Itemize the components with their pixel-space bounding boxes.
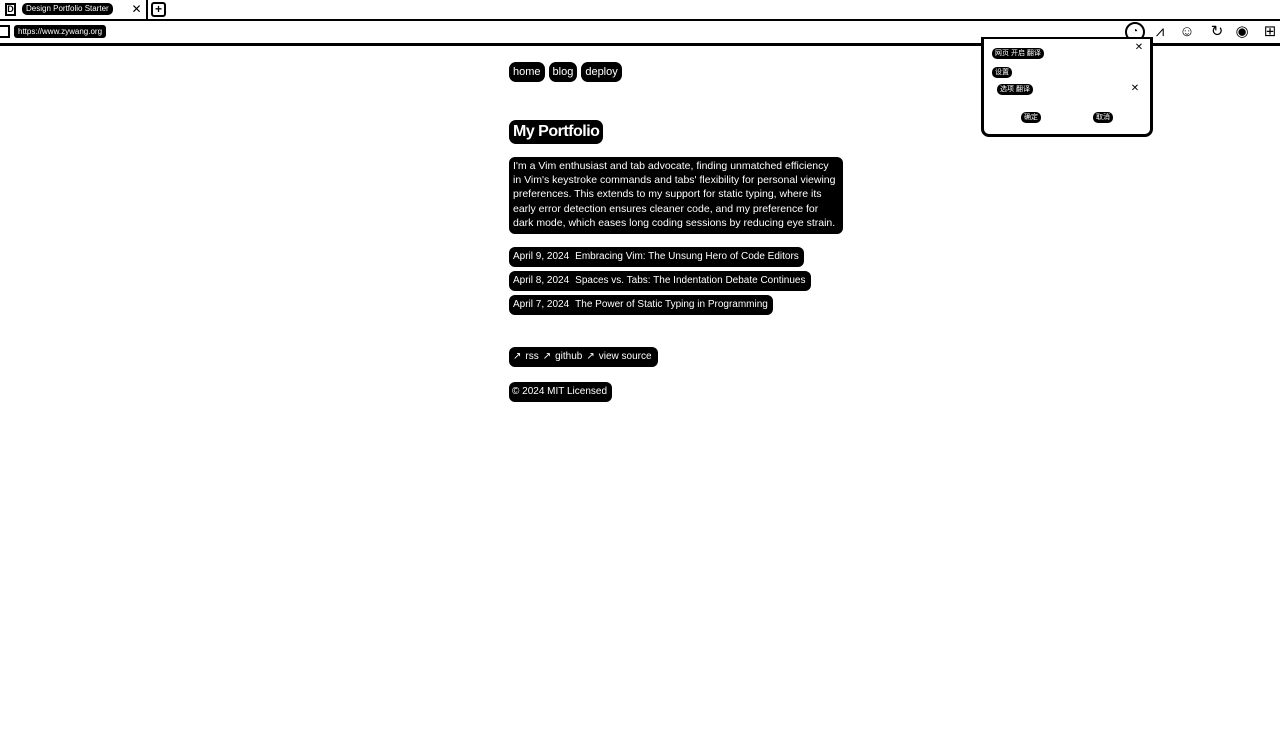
extension-popup: 网页 开启 翻译 ✕ 设置 选项 翻译 ✕ 确定 取消	[981, 37, 1153, 137]
popup-row-3[interactable]: 选项 翻译	[997, 84, 1033, 95]
tab-title: Design Portfolio Starter	[22, 3, 113, 15]
github-link[interactable]: github	[555, 347, 582, 367]
copyright-text: © 2024 MIT Licensed	[509, 382, 613, 402]
nav-home-link[interactable]: home	[509, 62, 545, 82]
page-title: My Portfolio	[509, 120, 604, 144]
bio-paragraph: I'm a Vim enthusiast and tab advocate, f…	[509, 157, 843, 235]
tab-close-icon[interactable]: ✕	[129, 2, 144, 17]
popup-confirm-button[interactable]: 确定	[1021, 112, 1041, 123]
post-item[interactable]: April 9, 2024 Embracing Vim: The Unsung …	[509, 247, 804, 267]
post-title-link[interactable]: Embracing Vim: The Unsung Hero of Code E…	[575, 247, 799, 267]
post-title-link[interactable]: Spaces vs. Tabs: The Indentation Debate …	[575, 271, 805, 291]
nav-blog-link[interactable]: blog	[548, 62, 578, 82]
url-field[interactable]: https://www.zywang.org	[14, 25, 107, 38]
ext-target-icon[interactable]: ◉	[1232, 22, 1252, 42]
ext-refresh-icon[interactable]: ↻	[1207, 22, 1227, 42]
post-title-link[interactable]: The Power of Static Typing in Programmin…	[575, 295, 768, 315]
popup-row-2: 设置	[992, 67, 1012, 78]
top-nav: home blog deploy	[509, 62, 622, 82]
post-date: April 7, 2024	[513, 299, 570, 310]
new-tab-button[interactable]: +	[151, 2, 166, 17]
external-link-icon: ↗	[542, 351, 552, 362]
post-item[interactable]: April 7, 2024 The Power of Static Typing…	[509, 295, 773, 315]
rss-link[interactable]: rss	[525, 347, 538, 367]
popup-close-icon[interactable]: ✕	[1134, 43, 1144, 53]
post-date: April 9, 2024	[513, 251, 570, 262]
popup-row-1: 网页 开启 翻译	[992, 48, 1044, 59]
nav-deploy-link[interactable]: deploy	[581, 62, 622, 82]
post-date: April 8, 2024	[513, 275, 570, 286]
external-link-icon: ↗	[513, 351, 522, 362]
post-item[interactable]: April 8, 2024 Spaces vs. Tabs: The Inden…	[509, 271, 811, 291]
ext-ab-icon[interactable]: ⩘	[1150, 22, 1170, 42]
external-link-icon: ↗	[586, 351, 595, 362]
favicon-icon: D	[5, 3, 16, 16]
site-info-icon[interactable]	[0, 25, 10, 38]
view-source-link[interactable]: view source	[599, 347, 652, 367]
tab-strip: D Design Portfolio Starter ✕ +	[0, 0, 1280, 21]
popup-cancel-button[interactable]: 取消	[1093, 112, 1113, 123]
ext-grid-icon[interactable]: ⊞	[1260, 22, 1280, 42]
ext-robot-icon[interactable]: ☺	[1177, 22, 1197, 42]
popup-row-close-icon[interactable]: ✕	[1130, 84, 1140, 94]
browser-tab[interactable]: D Design Portfolio Starter ✕	[0, 0, 148, 19]
footer-links: ↗ rss ↗ github ↗ view source	[509, 347, 658, 367]
